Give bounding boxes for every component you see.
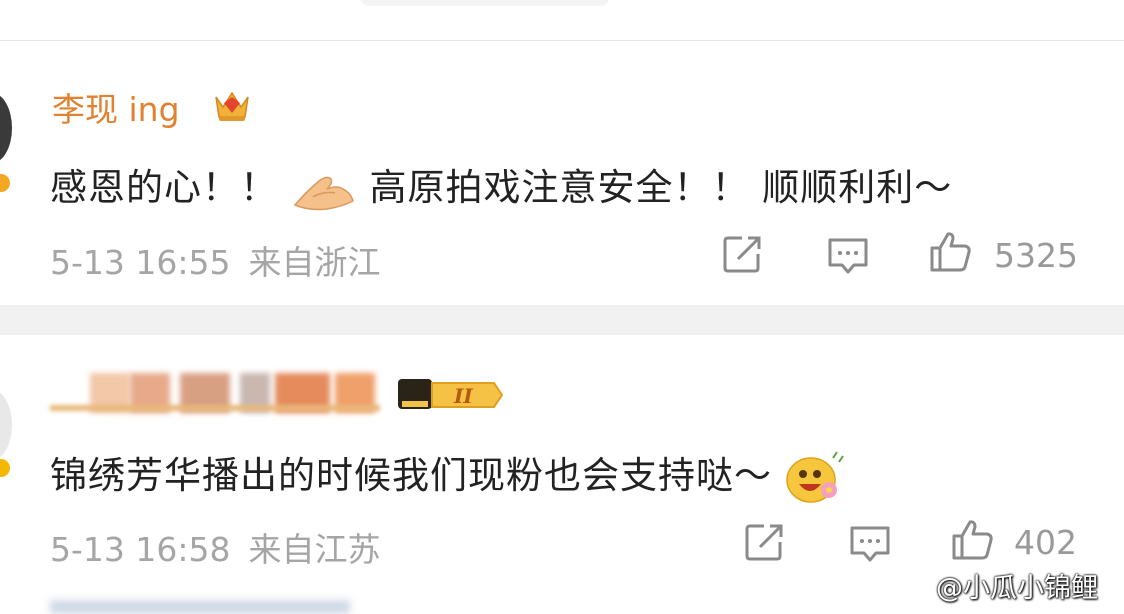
comment-location: 来自浙江 — [248, 243, 381, 282]
crown-icon — [215, 91, 249, 121]
top-bar — [0, 0, 1124, 41]
praying-hands-icon — [293, 176, 354, 210]
happy-flower-face-icon — [786, 450, 844, 503]
username-blurred[interactable] — [50, 373, 380, 413]
comment-location: 来自江苏 — [248, 530, 381, 569]
like-icon[interactable] — [950, 517, 994, 561]
comment-divider — [0, 305, 1124, 335]
comment-text-part: 高原拍戏注意安全！！ 顺顺利利～ — [369, 166, 953, 209]
vip-badge-icon — [0, 172, 12, 194]
watermark: @小瓜小锦鲤 — [936, 573, 1098, 604]
comment-text-part: 感恩的心！！ — [50, 166, 278, 209]
comment-date: 5-13 16:58 — [50, 530, 231, 569]
next-comment-peek — [50, 600, 350, 614]
avatar[interactable] — [0, 390, 12, 460]
share-icon[interactable] — [720, 232, 764, 276]
comment-icon[interactable] — [848, 522, 892, 566]
avatar[interactable] — [0, 93, 12, 163]
vip-badge-icon — [0, 457, 12, 479]
like-count: 402 — [1014, 523, 1077, 562]
comment-meta: 5-13 16:58 来自江苏 — [50, 523, 381, 571]
comment-text: 感恩的心！！ 高原拍戏注意安全！！ 顺顺利利～ — [50, 157, 952, 213]
like-count: 5325 — [994, 236, 1078, 275]
comment-icon[interactable] — [826, 234, 870, 278]
comment-meta: 5-13 16:55 来自浙江 — [50, 236, 381, 284]
username[interactable]: 李现 ing — [52, 83, 180, 131]
comment-item: 李现 ing 感恩的心！！ 高原拍戏注意安全！！ 顺顺利利～ 5-13 16:5… — [0, 41, 1124, 305]
comment-date: 5-13 16:55 — [50, 243, 231, 282]
level-badge-text: II — [453, 384, 473, 408]
weibo-logo-icon — [895, 573, 934, 603]
like-icon[interactable] — [928, 229, 972, 273]
comment-text-part: 锦绣芳华播出的时候我们现粉也会支持哒～ — [50, 454, 772, 497]
level-badge-icon: II — [398, 379, 504, 409]
top-bar-ghost-text — [360, 0, 610, 6]
share-icon[interactable] — [742, 520, 786, 564]
comment-text: 锦绣芳华播出的时候我们现粉也会支持哒～ — [50, 445, 845, 506]
